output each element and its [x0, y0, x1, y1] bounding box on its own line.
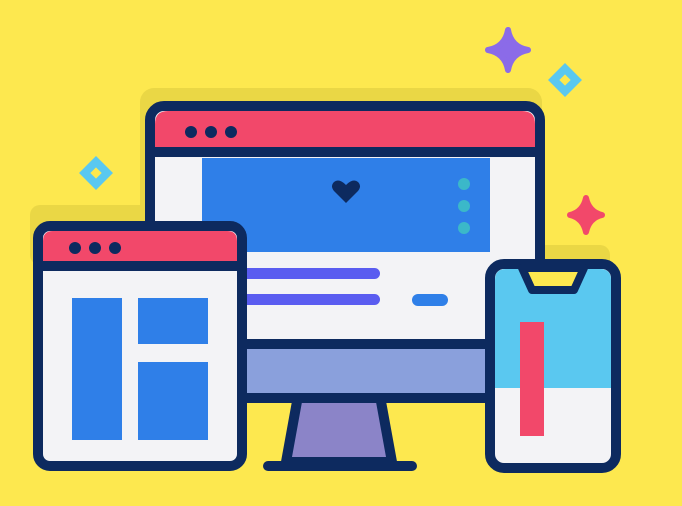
window-dot-3	[109, 242, 121, 254]
monitor-dot-3	[225, 126, 237, 138]
phone-notch	[518, 264, 588, 294]
monitor-side-dot-1	[458, 178, 470, 190]
phone-accent-bar	[520, 322, 544, 436]
monitor-small-button	[412, 294, 448, 306]
smartphone	[485, 259, 621, 473]
monitor-side-dot-3	[458, 222, 470, 234]
window-sidebar-block	[72, 298, 122, 440]
window-dot-2	[89, 242, 101, 254]
monitor-side-dot-2	[458, 200, 470, 212]
window-dot-1	[69, 242, 81, 254]
monitor-dot-2	[205, 126, 217, 138]
illustration-canvas	[0, 0, 682, 506]
monitor-dot-1	[185, 126, 197, 138]
monitor-text-line-1	[232, 268, 380, 279]
monitor-text-line-2	[232, 294, 380, 305]
responsive-design-illustration	[0, 0, 682, 506]
monitor-stand	[281, 391, 397, 467]
window-bottom-block	[138, 362, 208, 440]
window-top-block	[138, 298, 208, 344]
browser-window	[33, 221, 247, 471]
